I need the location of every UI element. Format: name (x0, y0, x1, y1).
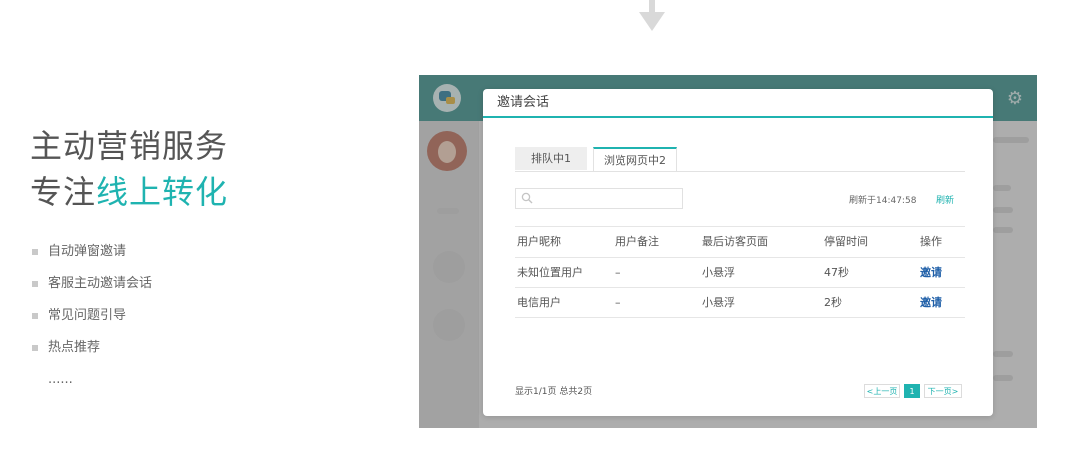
tab-queueing[interactable]: 排队中1 (515, 147, 587, 170)
next-page-button[interactable]: 下一页> (924, 384, 962, 398)
feature-item: 常见问题引导 (32, 304, 152, 336)
tab-browsing[interactable]: 浏览网页中2 (593, 147, 677, 171)
page-number-button[interactable]: 1 (904, 384, 920, 398)
header-remark: 用户备注 (615, 235, 659, 248)
invite-session-dialog: 邀请会话 排队中1 浏览网页中2 刷新于14:47:58 刷新 用户昵称 用户备… (483, 89, 993, 416)
title-line-2: 专注线上转化 (30, 169, 228, 215)
arrow-down-icon (639, 0, 665, 31)
tab-bar: 排队中1 浏览网页中2 (515, 147, 965, 172)
section-title: 主动营销服务 专注线上转化 (30, 123, 228, 215)
bullet-icon (32, 345, 38, 351)
header-last-page: 最后访客页面 (702, 235, 768, 248)
header-nickname: 用户昵称 (517, 235, 561, 248)
cell-remark: – (615, 296, 621, 309)
table-row: 未知位置用户 – 小悬浮 47秒 邀请 (515, 258, 965, 288)
header-action: 操作 (920, 235, 942, 248)
cell-last-page: 小悬浮 (702, 266, 735, 279)
title-accent: 线上转化 (96, 173, 229, 211)
invite-button[interactable]: 邀请 (920, 288, 942, 318)
search-input[interactable] (515, 188, 683, 209)
feature-label: 自动弹窗邀请 (48, 244, 127, 259)
invite-button[interactable]: 邀请 (920, 258, 942, 288)
feature-label: 常见问题引导 (48, 308, 127, 323)
cell-nickname: 电信用户 (517, 296, 561, 309)
title-line-1: 主动营销服务 (30, 127, 229, 165)
bullet-icon (32, 313, 38, 319)
prev-page-button[interactable]: <上一页 (864, 384, 900, 398)
visitor-table: 用户昵称 用户备注 最后访客页面 停留时间 操作 未知位置用户 – 小悬浮 47… (515, 226, 965, 318)
feature-label: 客服主动邀请会话 (48, 276, 153, 291)
cell-stay-time: 47秒 (824, 266, 849, 279)
feature-item: 自动弹窗邀请 (32, 240, 152, 272)
dialog-title: 邀请会话 (483, 89, 993, 118)
cell-stay-time: 2秒 (824, 296, 842, 309)
refresh-button[interactable]: 刷新 (936, 193, 954, 206)
header-stay-time: 停留时间 (824, 235, 868, 248)
refresh-timestamp: 刷新于14:47:58 (849, 196, 917, 206)
title-prefix: 专注 (30, 173, 97, 211)
cell-nickname: 未知位置用户 (517, 266, 583, 279)
feature-item: 客服主动邀请会话 (32, 272, 152, 304)
bullet-icon (32, 281, 38, 287)
table-header-row: 用户昵称 用户备注 最后访客页面 停留时间 操作 (515, 226, 965, 258)
feature-label: 热点推荐 (48, 340, 101, 355)
pagination-info: 显示1/1页 总共2页 (515, 387, 593, 397)
search-icon (521, 192, 533, 204)
bullet-icon (32, 249, 38, 255)
cell-remark: – (615, 266, 621, 279)
more-ellipsis: ...... (48, 372, 73, 387)
cell-last-page: 小悬浮 (702, 296, 735, 309)
table-row: 电信用户 – 小悬浮 2秒 邀请 (515, 288, 965, 318)
feature-list: 自动弹窗邀请 客服主动邀请会话 常见问题引导 热点推荐 ...... (32, 240, 152, 400)
feature-item: 热点推荐 (32, 336, 152, 368)
